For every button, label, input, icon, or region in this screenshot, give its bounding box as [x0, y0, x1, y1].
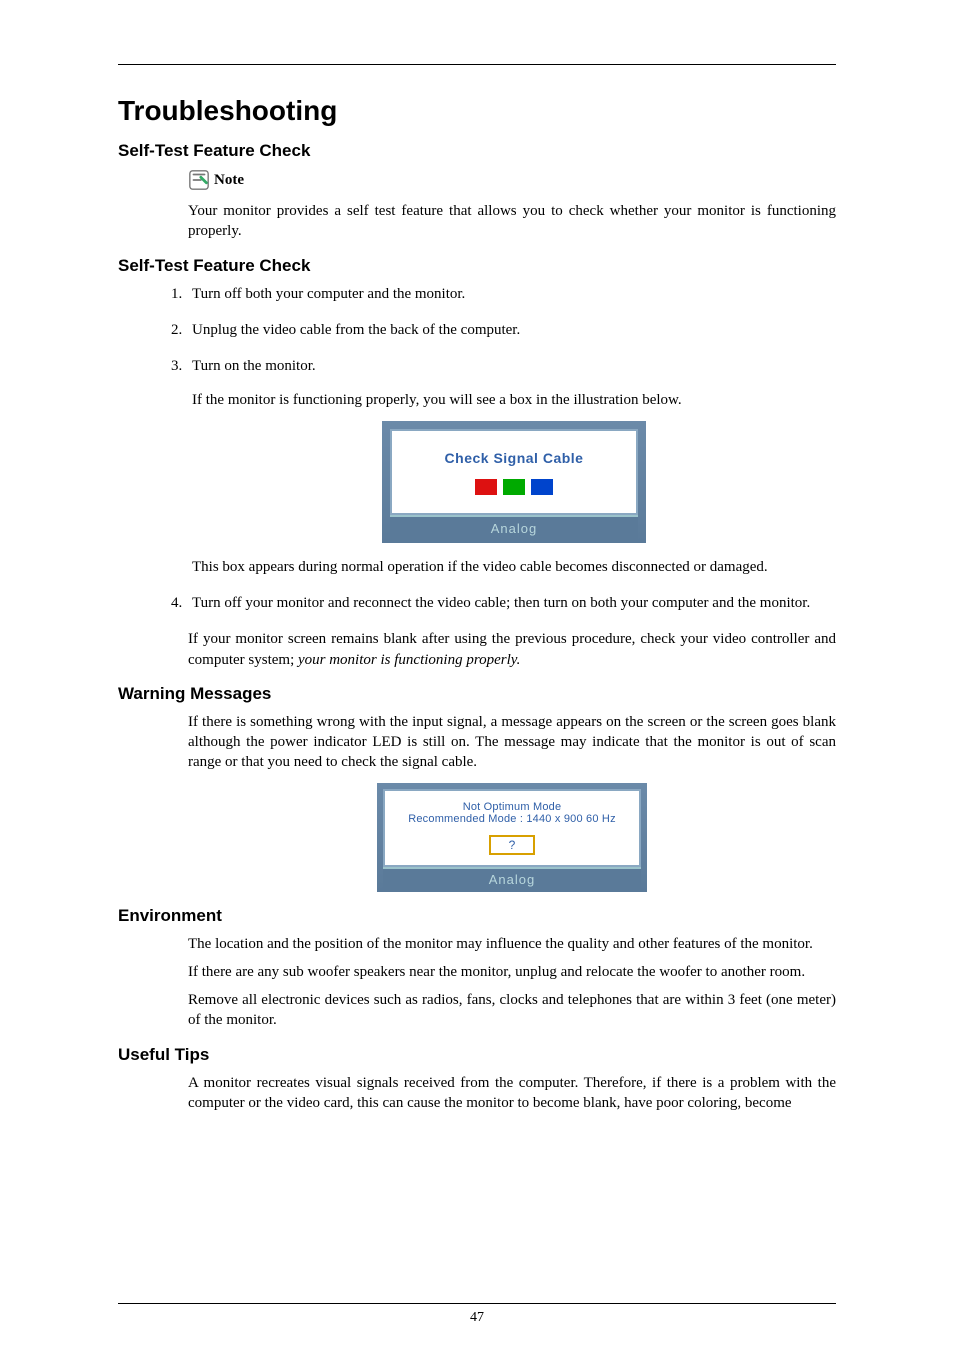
step-3-note: If the monitor is functioning properly, … [192, 390, 836, 410]
step-4: Turn off your monitor and reconnect the … [186, 593, 836, 613]
osd-inner: Check Signal Cable [390, 429, 638, 516]
bottom-rule [118, 1303, 836, 1304]
note-body: Your monitor provides a self test featur… [188, 201, 836, 242]
env-p2: If there are any sub woofer speakers nea… [188, 962, 836, 982]
step-4-text: Turn off your monitor and reconnect the … [192, 595, 810, 611]
step-3: Turn on the monitor. If the monitor is f… [186, 356, 836, 577]
warning-body: If there is something wrong with the inp… [188, 712, 836, 892]
step-1: Turn off both your computer and the moni… [186, 284, 836, 304]
green-square-icon [503, 479, 525, 495]
tips-p1: A monitor recreates visual signals recei… [188, 1073, 836, 1114]
page-title: Troubleshooting [118, 95, 836, 127]
osd-footer: Analog [390, 515, 638, 543]
page: Troubleshooting Self-Test Feature Check … [0, 0, 954, 1350]
osd2-line2: Recommended Mode : 1440 x 900 60 Hz [391, 813, 633, 825]
osd2-line1: Not Optimum Mode [391, 801, 633, 813]
env-p1: The location and the position of the mon… [188, 934, 836, 954]
figure-check-signal: Check Signal Cable Analog [192, 421, 836, 543]
osd2-footer: Analog [383, 867, 641, 892]
environment-body: The location and the position of the mon… [188, 934, 836, 1031]
note-label: Note [214, 172, 244, 189]
heading-warning: Warning Messages [118, 684, 836, 704]
closing-text: If your monitor screen remains blank aft… [188, 629, 836, 670]
red-square-icon [475, 479, 497, 495]
osd-not-optimum: Not Optimum Mode Recommended Mode : 1440… [377, 783, 647, 892]
note-icon [188, 169, 210, 191]
osd2-inner: Not Optimum Mode Recommended Mode : 1440… [383, 789, 641, 867]
osd-check-signal: Check Signal Cable Analog [382, 421, 646, 543]
heading-environment: Environment [118, 906, 836, 926]
heading-tips: Useful Tips [118, 1045, 836, 1065]
top-rule [118, 64, 836, 65]
step-2: Unplug the video cable from the back of … [186, 320, 836, 340]
page-number: 47 [0, 1310, 954, 1326]
heading-selftest-2: Self-Test Feature Check [118, 256, 836, 276]
note-row: Note [188, 169, 836, 191]
note-block: Note Your monitor provides a self test f… [188, 169, 836, 242]
tips-body: A monitor recreates visual signals recei… [188, 1073, 836, 1114]
selftest-closing: If your monitor screen remains blank aft… [188, 629, 836, 670]
step-2-text: Unplug the video cable from the back of … [192, 322, 520, 338]
step-3-text: Turn on the monitor. [192, 358, 316, 374]
env-p3: Remove all electronic devices such as ra… [188, 990, 836, 1031]
selftest-steps: Turn off both your computer and the moni… [152, 284, 836, 614]
warning-text: If there is something wrong with the inp… [188, 712, 836, 773]
osd-color-boxes [400, 479, 628, 495]
osd-title: Check Signal Cable [400, 449, 628, 468]
osd2-question-button: ? [489, 835, 536, 855]
heading-selftest-1: Self-Test Feature Check [118, 141, 836, 161]
blue-square-icon [531, 479, 553, 495]
step-3-followup: This box appears during normal operation… [192, 557, 836, 577]
step-1-text: Turn off both your computer and the moni… [192, 286, 465, 302]
figure-not-optimum: Not Optimum Mode Recommended Mode : 1440… [188, 783, 836, 892]
